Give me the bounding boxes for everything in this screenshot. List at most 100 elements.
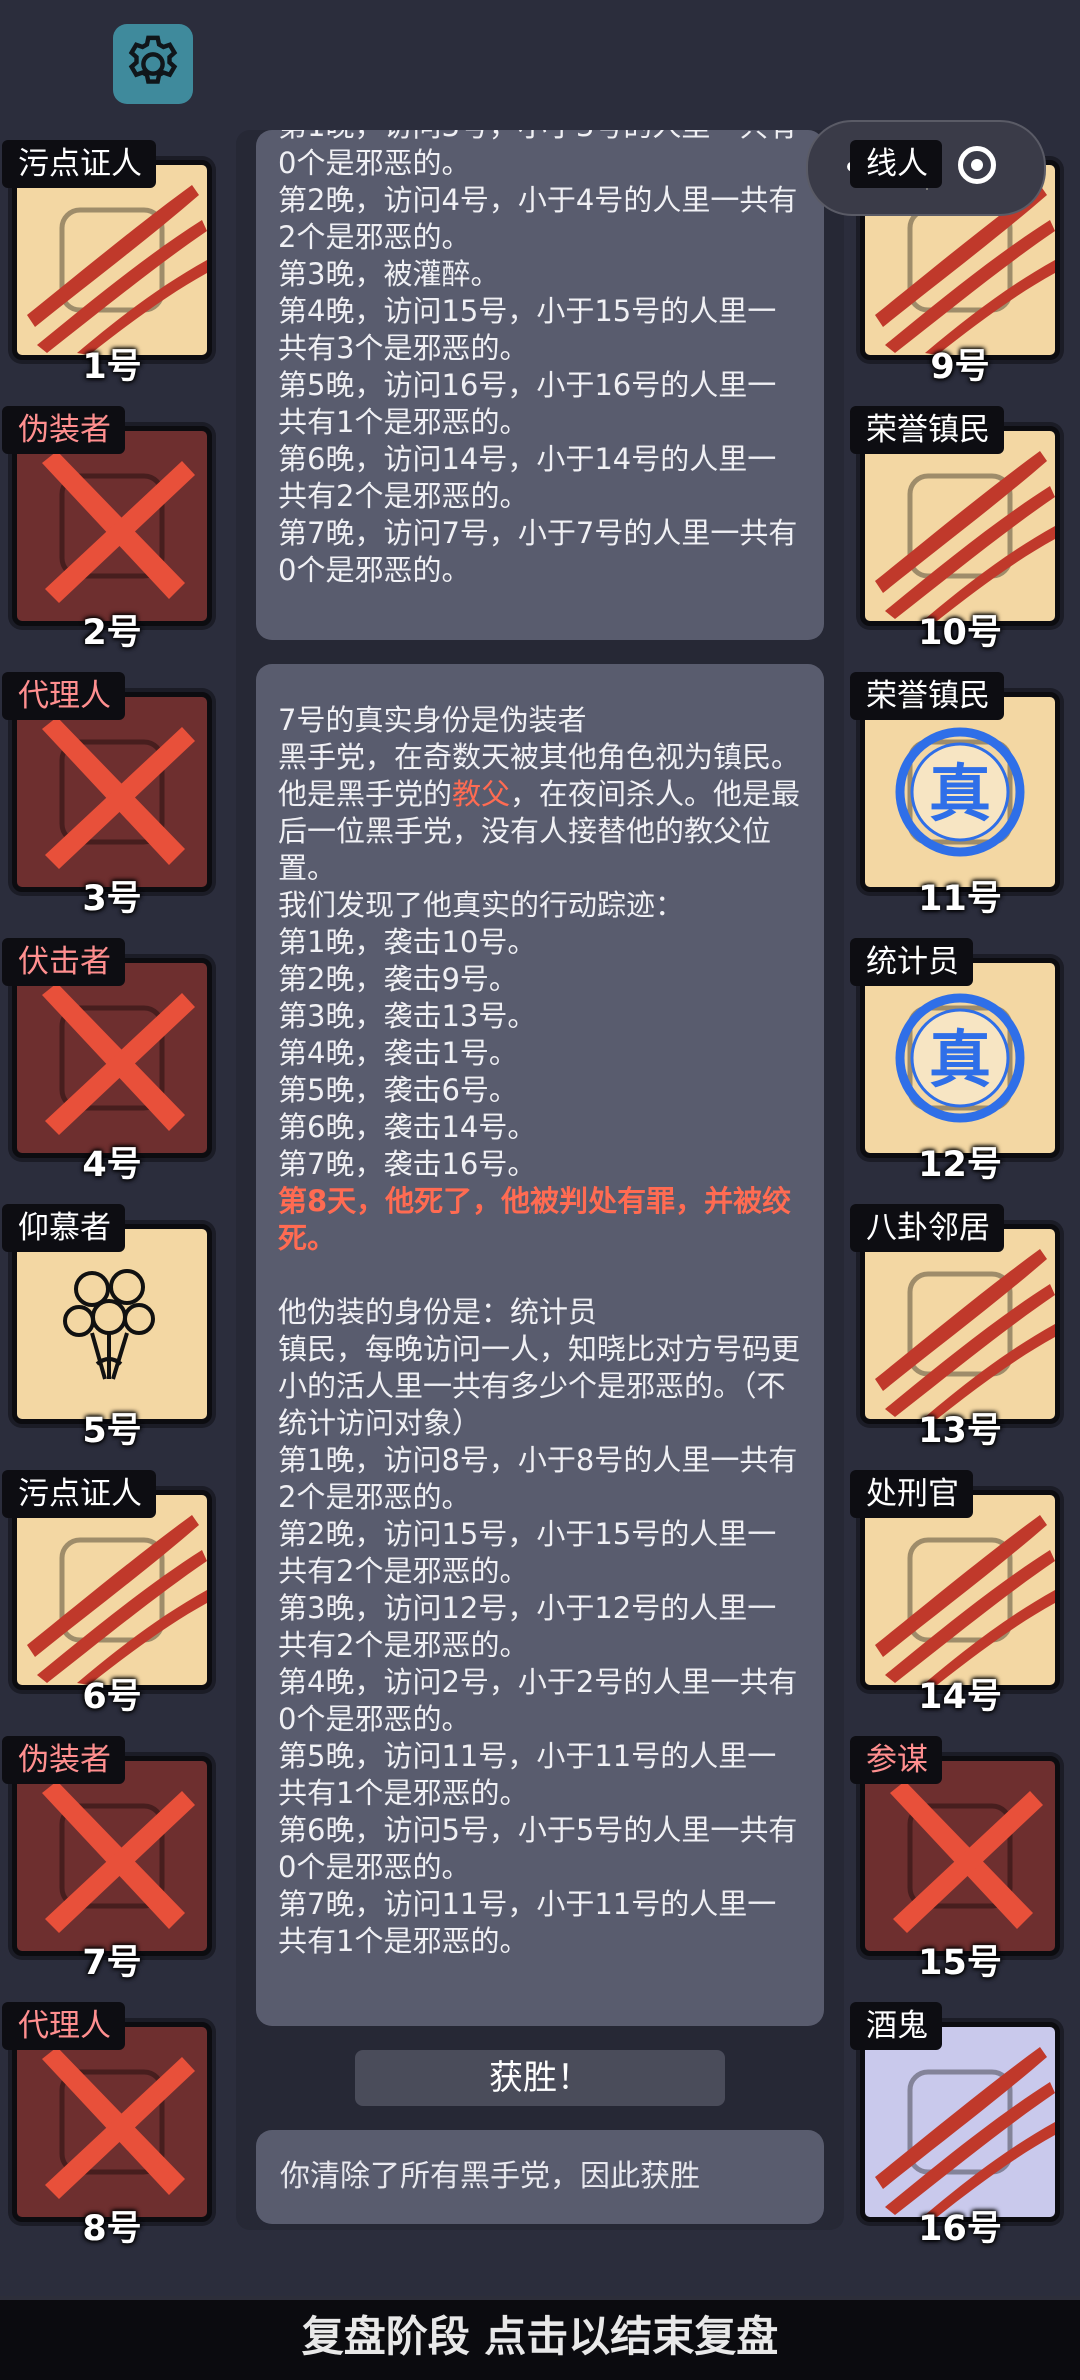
disguise-title: 他伪装的身份是：统计员 [278,1295,598,1329]
claw-slash-icon [875,451,1055,621]
player-card-4号[interactable]: 伏击者 4号 [2,938,212,1185]
player-number: 10号 [918,613,1002,653]
disguise-description: 镇民，每晚访问一人，知晓比对方号码更小的活人里一共有多少个是邪恶的。（不统计访问… [278,1332,801,1440]
player-number: 7号 [82,1943,142,1983]
target-close-icon[interactable] [958,146,996,184]
role-name-tag: 伪装者 [2,1736,125,1784]
role-portrait [12,1756,212,1956]
trace-line: 第3晚，袭击13号。 [278,999,537,1033]
player-number: 14号 [918,1677,1002,1717]
role-portrait [12,1490,212,1690]
player-number: 4号 [82,1145,142,1185]
role-description: 黑手党，在奇数天被其他角色视为镇民。 [278,740,801,774]
svg-text:真: 真 [929,1023,991,1096]
victory-label: 获胜！ [355,2050,725,2106]
player-card-1号[interactable]: 污点证人 1号 [2,140,212,387]
player-card-6号[interactable]: 污点证人 6号 [2,1470,212,1717]
role-name-tag: 酒鬼 [850,2002,942,2050]
cross-mark-icon [42,717,195,869]
role-portrait: 真 [860,958,1060,1158]
trace-line: 第2晚，袭击9号。 [278,962,518,996]
settings-button[interactable] [113,24,193,104]
identity-line: 7号的真实身份是伪装者 [278,703,587,737]
player-card-16号[interactable]: 酒鬼 16号 [850,2002,1060,2249]
player-card-14号[interactable]: 处刑官 14号 [850,1470,1060,1717]
cross-mark-icon [42,451,195,603]
player-card-15号[interactable]: 参谋 15号 [850,1736,1060,1983]
player-number: 16号 [918,2209,1002,2249]
night-log-panel[interactable]: 第1晚，访问3号，小于3号的人里一共有0个是邪恶的。 第2晚，访问4号，小于4号… [256,130,824,640]
identity-reveal-panel[interactable]: 7号的真实身份是伪装者 黑手党，在奇数天被其他角色视为镇民。 他是黑手党的教父，… [256,664,824,2026]
role-ability: 他是黑手党的教父，在夜间杀人。他是最后一位黑手党，没有人接替他的教父位置。 [278,777,801,885]
role-name-tag: 伏击者 [2,938,125,986]
svg-text:真: 真 [929,757,991,830]
end-review-button[interactable]: 复盘阶段 点击以结束复盘 [0,2296,1080,2380]
claw-slash-icon [875,1249,1055,1419]
role-portrait: 真 [860,692,1060,892]
player-number: 2号 [82,613,142,653]
true-stamp-icon: 真 [895,727,1025,857]
role-name-tag: 统计员 [850,938,973,986]
player-card-13号[interactable]: 八卦邻居 13号 [850,1204,1060,1451]
role-name-tag: 污点证人 [2,140,156,188]
player-number: 8号 [82,2209,142,2249]
trace-line: 第4晚，袭击1号。 [278,1036,518,1070]
player-card-3号[interactable]: 代理人 3号 [2,672,212,919]
player-number: 13号 [918,1411,1002,1451]
disguise-log-line: 第6晚，访问5号，小于5号的人里一共有0个是邪恶的。 [278,1813,798,1884]
player-number: 6号 [82,1677,142,1717]
claw-slash-icon [27,185,207,355]
claw-slash-icon [27,1515,207,1685]
role-name-tag: 仰慕者 [2,1204,125,1252]
role-portrait [12,2022,212,2222]
true-stamp-icon: 真 [895,993,1025,1123]
disguise-log-line: 第5晚，访问11号，小于11号的人里一共有1个是邪恶的。 [278,1739,777,1810]
trace-line: 第5晚，袭击6号。 [278,1073,518,1107]
log-line: 第4晚，访问15号，小于15号的人里一共有3个是邪恶的。 [278,294,777,365]
role-name-tag: 伪装者 [2,406,125,454]
cross-mark-icon [42,983,195,1135]
log-line: 第3晚，被灌醉。 [278,257,500,291]
disguise-log-line: 第7晚，访问11号，小于11号的人里一共有1个是邪恶的。 [278,1887,777,1958]
victory-message: 你清除了所有黑手党，因此获胜 [256,2130,824,2224]
disguise-log-line: 第2晚，访问15号，小于15号的人里一共有2个是邪恶的。 [278,1517,777,1588]
gear-icon [128,35,178,84]
player-card-5号[interactable]: 仰慕者 5号 [2,1204,212,1451]
player-card-11号[interactable]: 真 荣誉镇民 11号 [850,672,1060,919]
player-card-10号[interactable]: 荣誉镇民 10号 [850,406,1060,653]
player-number: 9号 [930,347,990,387]
bouquet-icon [63,1269,155,1380]
log-line: 第6晚，访问14号，小于14号的人里一共有2个是邪恶的。 [278,442,777,513]
player-card-12号[interactable]: 真 统计员 12号 [850,938,1060,1185]
player-number: 11号 [918,879,1002,919]
log-line: 第7晚，访问7号，小于7号的人里一共有0个是邪恶的。 [278,516,798,587]
player-card-8号[interactable]: 代理人 8号 [2,2002,212,2249]
role-name-tag: 参谋 [850,1736,942,1784]
role-name-tag: 代理人 [2,2002,125,2050]
role-name-tag: 代理人 [2,672,125,720]
role-name-tag: 八卦邻居 [850,1204,1004,1252]
cross-mark-icon [42,1781,195,1933]
role-portrait [860,1490,1060,1690]
claw-slash-icon [875,1515,1055,1685]
role-name-tag: 线人 [850,140,942,188]
claw-slash-icon [875,2047,1055,2217]
role-portrait [860,1224,1060,1424]
trace-line: 第7晚，袭击16号。 [278,1147,537,1181]
disguise-log-line: 第4晚，访问2号，小于2号的人里一共有0个是邪恶的。 [278,1665,798,1736]
trace-line: 第1晚，袭击10号。 [278,925,537,959]
role-portrait [12,160,212,360]
player-number: 12号 [918,1145,1002,1185]
player-card-7号[interactable]: 伪装者 7号 [2,1736,212,1983]
cross-mark-icon [42,2047,195,2199]
role-portrait [860,2022,1060,2222]
role-name-tag: 处刑官 [850,1470,973,1518]
trace-title: 我们发现了他真实的行动踪迹： [278,888,685,922]
player-number: 15号 [918,1943,1002,1983]
player-card-2号[interactable]: 伪装者 2号 [2,406,212,653]
player-number: 5号 [82,1411,142,1451]
cross-mark-icon [890,1781,1043,1933]
role-portrait [12,958,212,1158]
log-line: 第5晚，访问16号，小于16号的人里一共有1个是邪恶的。 [278,368,777,439]
log-line: 第1晚，访问3号，小于3号的人里一共有0个是邪恶的。 [278,130,797,180]
